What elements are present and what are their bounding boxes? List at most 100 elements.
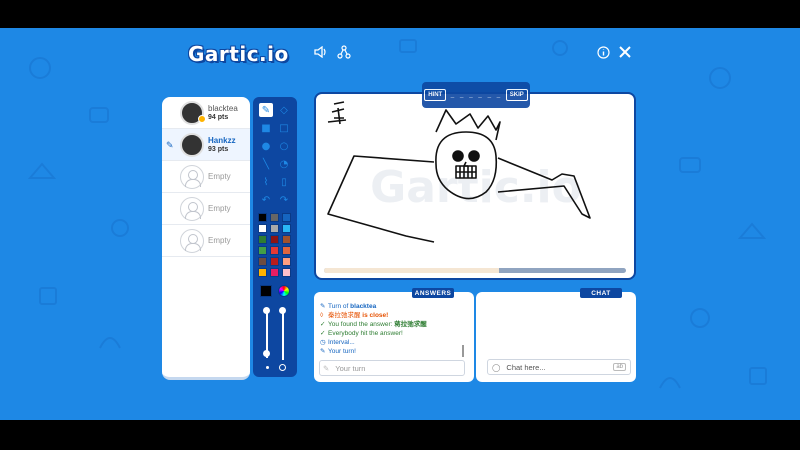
chat-bubble-icon: ◯ (492, 362, 501, 372)
drawing-toolbar: ✎ ◇ ■ □ ● ○ ╲ ◔ ⌇ ▯ ↶ ↷ (253, 97, 297, 377)
answer-message: ◷ Interval... (320, 338, 465, 347)
color-swatch[interactable] (282, 213, 291, 222)
color-swatch[interactable] (282, 246, 291, 255)
current-color-swatch[interactable] (260, 285, 272, 297)
answer-message: ✎ Your turn! (320, 347, 465, 356)
color-swatch[interactable] (270, 246, 279, 255)
answers-scrollbar[interactable] (462, 345, 464, 357)
message-highlight: 蒋拉弛求醒 (394, 321, 427, 328)
player-row[interactable]: ✎ Hankzz 93 pts (162, 129, 250, 161)
filled-rect-tool-icon[interactable]: ■ (259, 121, 273, 135)
pencil-icon: ✎ (323, 363, 330, 373)
color-swatch[interactable] (282, 268, 291, 277)
line-tool-icon[interactable]: ╲ (259, 157, 273, 171)
message-icon: ✎ (320, 303, 326, 310)
player-points: 93 pts (208, 145, 229, 153)
slider-knob[interactable] (263, 307, 270, 314)
keyboard-badge[interactable]: ab (613, 363, 626, 371)
message-text: 秦拉弛求醒 (328, 312, 361, 319)
drawing-canvas[interactable]: Gartic.io (314, 92, 636, 280)
circle-tool-icon[interactable]: ○ (277, 139, 291, 153)
eraser-tool-icon[interactable]: ◇ (277, 103, 291, 117)
color-swatch[interactable] (282, 257, 291, 266)
logo-text: Gartic.io (188, 42, 289, 66)
progress-fill (324, 268, 500, 273)
answers-log: ✎ Turn of blacktea ◊ 秦拉弛求醒 is close! ✓ You fo… (320, 302, 465, 356)
message-icon: ✎ (320, 348, 326, 355)
info-icon[interactable] (595, 44, 611, 60)
answer-message: ◊ 秦拉弛求醒 is close! (320, 311, 465, 320)
answer-placeholder: Your turn (335, 363, 366, 373)
filled-circle-tool-icon[interactable]: ● (259, 139, 273, 153)
chat-placeholder: Chat here... (506, 362, 546, 372)
color-swatch[interactable] (282, 235, 291, 244)
message-icon: ◷ (320, 339, 326, 346)
color-swatch[interactable] (258, 235, 267, 244)
player-row-empty: Empty (162, 161, 250, 193)
answer-input[interactable]: ✎ Your turn (319, 360, 465, 376)
fill-tool-icon[interactable]: ◔ (277, 157, 291, 171)
page-tool-icon[interactable]: ▯ (277, 175, 291, 189)
player-row-empty: Empty (162, 193, 250, 225)
small-dot-icon (266, 366, 269, 369)
chat-title: CHAT (580, 288, 622, 298)
turn-progress-bar (324, 268, 626, 273)
answers-title: ANSWERS (412, 288, 454, 298)
drawing-pencil-icon: ✎ (166, 140, 174, 150)
slider-knob[interactable] (279, 307, 286, 314)
avatar (180, 132, 204, 157)
color-swatch[interactable] (270, 213, 279, 222)
crown-icon (198, 115, 206, 123)
hint-bar: HINT _ _ _ _ _ _ SKIP (422, 82, 530, 108)
slider-knob[interactable] (263, 350, 270, 357)
player-points: 94 pts (208, 113, 229, 121)
player-name: Hankzz (208, 135, 236, 145)
color-swatch[interactable] (270, 235, 279, 244)
picker-tool-icon[interactable]: ⌇ (259, 175, 273, 189)
opacity-slider[interactable] (282, 308, 284, 360)
color-swatch[interactable] (282, 224, 291, 233)
player-name: blacktea (208, 103, 238, 113)
color-wheel-icon[interactable] (278, 285, 290, 297)
empty-avatar-icon (180, 196, 204, 221)
word-pattern: _ _ _ _ _ _ (450, 91, 502, 99)
color-swatch[interactable] (258, 257, 267, 266)
player-row-empty: Empty (162, 225, 250, 257)
big-dot-icon (279, 364, 286, 371)
rect-tool-icon[interactable]: □ (277, 121, 291, 135)
message-highlight: is close! (360, 312, 389, 319)
hint-button[interactable]: HINT (424, 89, 447, 101)
gartic-logo: Gartic.io (188, 42, 289, 66)
message-highlight: blacktea (350, 303, 377, 310)
player-name: Empty (208, 236, 231, 245)
player-name: Empty (208, 172, 231, 181)
color-swatch[interactable] (258, 224, 267, 233)
answer-message: ✎ Turn of blacktea (320, 302, 465, 311)
undo-tool-icon[interactable]: ↶ (259, 193, 273, 207)
close-icon[interactable] (617, 44, 633, 60)
pencil-tool-icon[interactable]: ✎ (259, 103, 273, 117)
message-text: Your turn! (328, 348, 356, 355)
color-swatch[interactable] (270, 257, 279, 266)
color-swatch[interactable] (270, 224, 279, 233)
share-icon[interactable] (336, 44, 352, 60)
empty-avatar-icon (180, 164, 204, 189)
player-name: Empty (208, 204, 231, 213)
players-list: blacktea 94 pts ✎ Hankzz 93 pts Empty Em… (162, 97, 250, 380)
answer-message: ✓ Everybody hit the answer! (320, 329, 465, 338)
player-row[interactable]: blacktea 94 pts (162, 97, 250, 129)
message-text: You found the answer: (328, 321, 395, 328)
answer-message: ✓ You found the answer: 蒋拉弛求醒 (320, 320, 465, 329)
message-icon: ✓ (320, 330, 326, 337)
chat-input[interactable]: ◯ Chat here... ab (487, 359, 631, 375)
color-swatch[interactable] (258, 246, 267, 255)
message-icon: ✓ (320, 321, 326, 328)
redo-tool-icon[interactable]: ↷ (277, 193, 291, 207)
color-swatch[interactable] (270, 268, 279, 277)
skip-button[interactable]: SKIP (505, 89, 528, 101)
speaker-icon[interactable] (313, 44, 329, 60)
message-text: Everybody hit the answer! (328, 330, 403, 337)
color-swatch[interactable] (258, 268, 267, 277)
color-swatch[interactable] (258, 213, 267, 222)
message-text: Interval... (328, 339, 355, 346)
